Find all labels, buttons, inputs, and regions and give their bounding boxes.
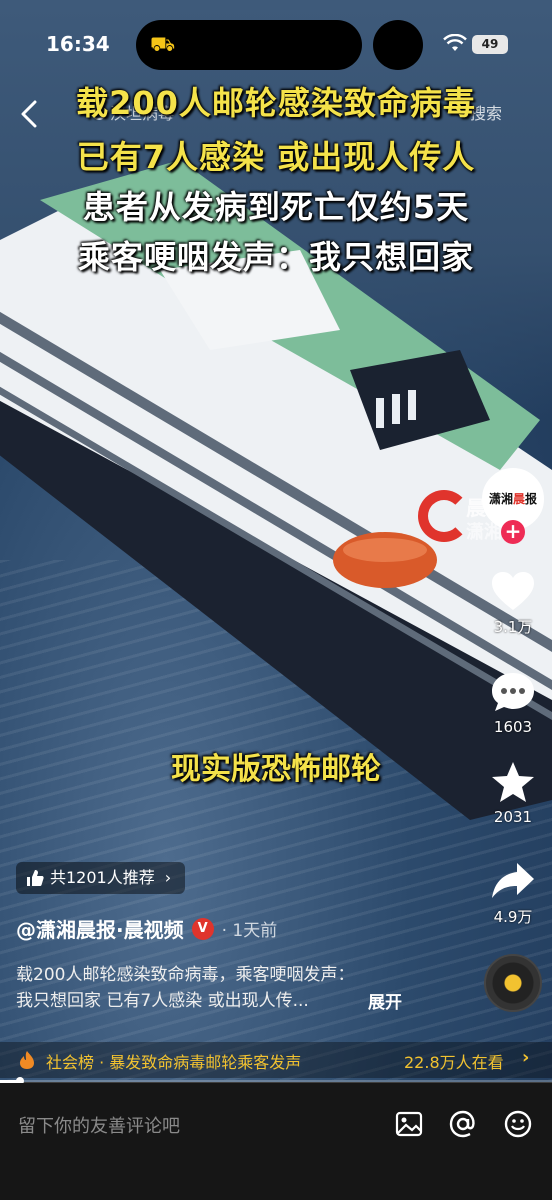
star-icon: [492, 762, 534, 802]
watermark-logo: [418, 490, 470, 542]
front-camera: [373, 20, 423, 70]
description-line-2: 我只想回家 已有7人感染 或出现人传...: [16, 991, 309, 1011]
chevron-right-icon: ›: [164, 868, 172, 887]
wifi-icon: [443, 34, 467, 51]
headline-line-2: 已有7人感染 或出现人传人: [76, 138, 476, 176]
video-subtitle: 现实版恐怖邮轮: [171, 752, 381, 787]
headline-line-4: 乘客哽咽发声：我只想回家: [77, 238, 474, 276]
comment-bar: [0, 1083, 552, 1200]
delivery-icon: ⛟: [150, 32, 176, 56]
follow-button[interactable]: +: [501, 520, 525, 544]
clock: 16:34: [46, 32, 110, 56]
verified-badge-icon: V: [191, 917, 214, 940]
dynamic-island: ⛟: [136, 20, 362, 70]
comment-button[interactable]: 1603: [478, 670, 548, 736]
trending-topic: 社会榜 · 暴发致命病毒邮轮乘客发声: [46, 1053, 302, 1072]
expand-button[interactable]: 展开: [368, 988, 402, 1013]
trending-bar[interactable]: 社会榜 · 暴发致命病毒邮轮乘客发声 22.8万人在看 ›: [0, 1042, 552, 1078]
like-count: 3.1万: [493, 618, 533, 636]
viewer-count: 22.8万人在看: [404, 1053, 504, 1072]
headline-line-1: 载200人邮轮感染致命病毒: [76, 84, 476, 122]
chevron-right-icon: ›: [522, 1047, 530, 1068]
share-count: 4.9万: [493, 908, 533, 926]
favorite-button[interactable]: 2031: [478, 760, 548, 826]
description-line-1: 载200人邮轮感染致命病毒，乘客哽咽发声：: [16, 965, 355, 985]
video-description: 载200人邮轮感染致命病毒，乘客哽咽发声： 我只想回家 已有7人感染 或出现人传…: [16, 962, 426, 1014]
recommend-text: 共1201人推荐: [50, 868, 155, 887]
comment-count: 1603: [493, 718, 533, 736]
image-picker-icon[interactable]: [394, 1109, 424, 1139]
comment-bubble-icon: [492, 673, 534, 711]
recommend-pill[interactable]: 共1201人推荐 ›: [16, 862, 186, 894]
mention-icon[interactable]: [448, 1109, 478, 1139]
flame-icon: [20, 1051, 34, 1069]
like-button[interactable]: 3.1万: [478, 570, 548, 637]
author-row[interactable]: @潇湘晨报·晨视频 V · 1天前: [16, 914, 277, 943]
avatar-text-c: 报: [525, 492, 538, 506]
author-name[interactable]: @潇湘晨报·晨视频: [16, 914, 184, 943]
avatar-text-a: 潇湘: [488, 492, 513, 506]
share-button[interactable]: 4.9万: [478, 860, 548, 927]
music-disc-icon[interactable]: [484, 954, 542, 1012]
battery-indicator: 49: [472, 35, 508, 54]
post-time: · 1天前: [221, 921, 278, 941]
share-arrow-icon: [492, 863, 534, 898]
comment-input[interactable]: [18, 1111, 378, 1141]
thumbs-up-icon: [27, 870, 44, 886]
favorite-count: 2031: [493, 808, 533, 826]
avatar-text-b: 晨: [512, 492, 525, 506]
status-bar: 16:34 ⛟ 49: [0, 0, 552, 90]
heart-icon: [492, 572, 534, 610]
headline-line-3: 患者从发病到死亡仅约5天: [82, 188, 470, 226]
emoji-icon[interactable]: [503, 1109, 533, 1139]
